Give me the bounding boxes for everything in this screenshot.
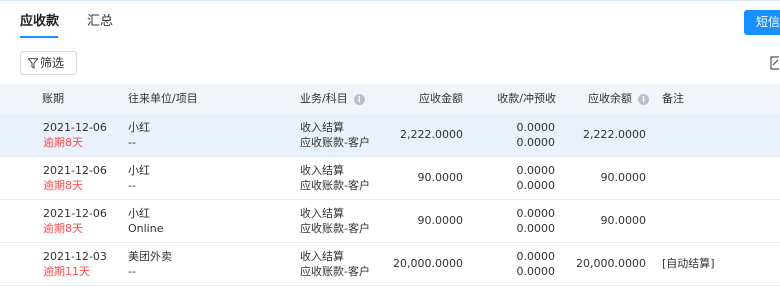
top-border bbox=[0, 0, 780, 1]
col-account-label: 业务/科目 bbox=[300, 92, 348, 105]
row-date: 2021-12-03 bbox=[43, 250, 107, 263]
table-row[interactable]: 2021-12-06 逾期8天 小红 -- 收入结算 应收账款-客户 90.00… bbox=[0, 157, 780, 200]
row-subject: 应收账款-客户 bbox=[300, 265, 370, 278]
filter-button[interactable]: 筛选 bbox=[20, 51, 77, 75]
table-row[interactable]: 2021-12-06 逾期8天 小红 -- 收入结算 应收账款-客户 2,222… bbox=[0, 114, 780, 157]
row-balance: 90.0000 bbox=[600, 171, 647, 184]
col-remark: 备注 bbox=[662, 92, 684, 105]
row-project: -- bbox=[128, 179, 136, 192]
row-receivable: 2,222.0000 bbox=[400, 128, 463, 141]
row-receivable: 90.0000 bbox=[417, 214, 464, 227]
row-collected: 0.0000 bbox=[516, 164, 556, 177]
col-balance-label: 应收余额 bbox=[588, 92, 632, 105]
col-balance: 应收余额 i bbox=[588, 92, 649, 106]
info-icon[interactable]: i bbox=[353, 94, 365, 105]
tab-receivables[interactable]: 应收款 bbox=[20, 12, 59, 32]
row-remark: [自动结算] bbox=[662, 257, 715, 270]
col-party: 往来单位/项目 bbox=[128, 92, 198, 105]
row-business: 收入结算 bbox=[300, 207, 344, 220]
row-overdue: 逾期8天 bbox=[43, 136, 83, 149]
col-collected: 收款/冲预收 bbox=[497, 92, 556, 105]
row-balance: 90.0000 bbox=[600, 214, 647, 227]
filter-button-label: 筛选 bbox=[40, 56, 65, 70]
table-header: 账期 往来单位/项目 业务/科目 i 应收金额 收款/冲预收 应收余额 i 备注 bbox=[0, 84, 780, 114]
export-icon[interactable] bbox=[770, 56, 780, 70]
row-party: 小红 bbox=[128, 121, 150, 134]
row-overdue: 逾期8天 bbox=[43, 222, 83, 235]
row-balance: 2,222.0000 bbox=[583, 128, 646, 141]
row-collected: 0.0000 bbox=[516, 207, 556, 220]
row-prepaid: 0.0000 bbox=[516, 265, 556, 278]
row-overdue: 逾期8天 bbox=[43, 179, 83, 192]
row-collected: 0.0000 bbox=[516, 121, 556, 134]
col-account: 业务/科目 i bbox=[300, 92, 365, 106]
row-collected: 0.0000 bbox=[516, 250, 556, 263]
tab-summary[interactable]: 汇总 bbox=[87, 12, 113, 32]
row-business: 收入结算 bbox=[300, 250, 344, 263]
row-date: 2021-12-06 bbox=[43, 164, 107, 177]
active-tab-indicator bbox=[20, 36, 58, 38]
row-receivable: 90.0000 bbox=[417, 171, 464, 184]
col-receivable: 应收金额 bbox=[419, 92, 463, 105]
row-prepaid: 0.0000 bbox=[516, 136, 556, 149]
row-project: -- bbox=[128, 265, 136, 278]
row-subject: 应收账款-客户 bbox=[300, 136, 370, 149]
table-row[interactable]: 2021-12-03 逾期11天 美团外卖 -- 收入结算 应收账款-客户 20… bbox=[0, 243, 780, 286]
sms-button[interactable]: 短信 bbox=[744, 10, 780, 35]
row-project: Online bbox=[128, 222, 164, 235]
row-business: 收入结算 bbox=[300, 121, 344, 134]
row-subject: 应收账款-客户 bbox=[300, 222, 370, 235]
table-row[interactable]: 2021-12-06 逾期8天 小红 Online 收入结算 应收账款-客户 9… bbox=[0, 200, 780, 243]
row-date: 2021-12-06 bbox=[43, 207, 107, 220]
row-project: -- bbox=[128, 136, 136, 149]
row-prepaid: 0.0000 bbox=[516, 222, 556, 235]
row-party: 小红 bbox=[128, 207, 150, 220]
row-prepaid: 0.0000 bbox=[516, 179, 556, 192]
row-party: 小红 bbox=[128, 164, 150, 177]
row-party: 美团外卖 bbox=[128, 250, 172, 263]
row-date: 2021-12-06 bbox=[43, 121, 107, 134]
row-business: 收入结算 bbox=[300, 164, 344, 177]
filter-icon bbox=[27, 58, 39, 69]
sms-button-label: 短信 bbox=[756, 15, 780, 29]
row-receivable: 20,000.0000 bbox=[393, 257, 463, 270]
row-balance: 20,000.0000 bbox=[576, 257, 646, 270]
col-date: 账期 bbox=[42, 92, 64, 105]
info-icon[interactable]: i bbox=[638, 94, 649, 105]
row-overdue: 逾期11天 bbox=[43, 265, 90, 278]
row-subject: 应收账款-客户 bbox=[300, 179, 370, 192]
